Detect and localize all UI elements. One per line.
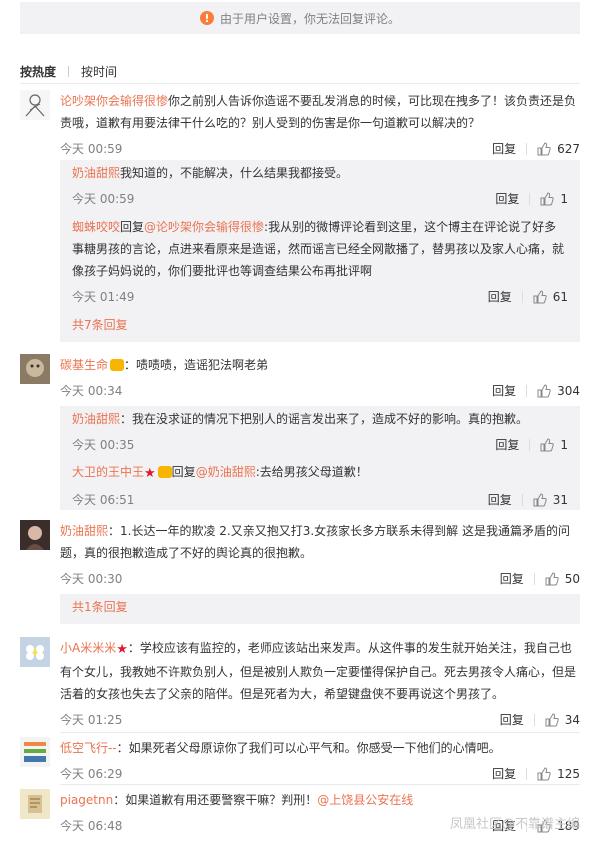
like-count: 1: [560, 437, 568, 452]
reply-item: 奶油甜熙：我在没求证的情况下把别人的谣言发出来了，造成不好的影响。真的抱歉。 今…: [72, 408, 568, 456]
comment-time: 今天 00:34: [60, 384, 123, 398]
thumbs-up-icon[interactable]: [533, 492, 547, 507]
mention-link[interactable]: @奶油甜熙: [196, 465, 256, 479]
reply-author[interactable]: 蜘蛛咬咬: [72, 220, 120, 234]
comment-text: ：如果道歉有用还要警察干嘛？判刑！: [113, 793, 318, 807]
comment-time: 今天 06:29: [60, 767, 123, 781]
vip-badge-icon: [157, 466, 172, 478]
reply-item: 奶油甜熙我知道的，不能解决，什么结果我都接受。 今天 00:59 回复 1: [72, 162, 568, 210]
avatar[interactable]: [20, 520, 50, 550]
more-replies-link[interactable]: 共7条回复: [72, 318, 128, 332]
reply-button[interactable]: 回复: [492, 382, 516, 399]
commenter-name[interactable]: 碳基生命: [60, 358, 108, 372]
reply-button[interactable]: 回复: [500, 570, 524, 587]
comment-time: 今天 01:25: [60, 713, 123, 727]
sort-by-hot[interactable]: 按热度: [20, 63, 56, 80]
reply-time: 今天 01:49: [72, 290, 135, 304]
reply-list: 奶油甜熙我知道的，不能解决，什么结果我都接受。 今天 00:59 回复 1 蜘蛛…: [60, 160, 580, 342]
commenter-name[interactable]: piagetnn: [60, 793, 113, 807]
reply-text: :去给男孩父母道歉！: [255, 465, 368, 479]
thumbs-up-icon[interactable]: [540, 437, 555, 452]
watermark-text: 凤凰社区@不靠谱主编: [449, 817, 580, 832]
reply-button[interactable]: 回复: [495, 190, 519, 207]
star-badge-icon: ★: [144, 466, 156, 481]
divider: [68, 66, 70, 77]
comment-text: ：啧啧啧，造谣犯法啊老弟: [124, 358, 269, 372]
commenter-name[interactable]: 论吵架你会输得很惨: [60, 94, 168, 108]
thumbs-up-icon[interactable]: [540, 191, 555, 206]
commenter-name[interactable]: 奶油甜熙: [60, 524, 108, 538]
reply-author[interactable]: 奶油甜熙: [72, 412, 120, 426]
reply-item: 大卫的王中王★ 回复@奶油甜熙:去给男孩父母道歉！ 今天 06:51 回复 31: [72, 465, 568, 508]
comment: 低空飞行--：如果死者父母原谅你了我们可以心平气和。你感受一下他们的心情吧。 今…: [20, 737, 580, 783]
comment-time: 今天 00:30: [60, 572, 123, 586]
reply-time: 今天 06:51: [72, 493, 135, 507]
like-count: 125: [557, 766, 580, 781]
thumbs-up-icon[interactable]: [537, 383, 551, 398]
reply-author[interactable]: 大卫的王中王: [72, 465, 144, 479]
reply-button[interactable]: 回复: [492, 765, 516, 782]
reply-list: 共1条回复: [60, 594, 580, 624]
comment: 小A米米米★：学校应该有监控的，老师应该站出来发声。从这件事的发生就开始关注，我…: [20, 637, 580, 727]
reply-button[interactable]: 回复: [488, 491, 512, 508]
warning-icon: !: [199, 11, 214, 25]
avatar[interactable]: [20, 90, 50, 120]
reply-button[interactable]: 回复: [495, 436, 519, 453]
sort-bar: 按热度 按时间: [20, 60, 580, 84]
sort-by-time[interactable]: 按时间: [81, 63, 117, 80]
mention-link[interactable]: @论吵架你会输得很惨: [144, 220, 264, 234]
avatar[interactable]: [20, 354, 50, 384]
notice-text: 由于用户设置，你无法回复评论。: [219, 11, 400, 26]
mention-link[interactable]: @上饶县公安在线: [317, 793, 413, 807]
like-count: 627: [557, 141, 580, 156]
reply-list: 奶油甜熙：我在没求证的情况下把别人的谣言发出来了，造成不好的影响。真的抱歉。 今…: [60, 406, 580, 510]
reply-text: 我知道的，不能解决，什么结果我都接受。: [120, 166, 349, 180]
like-count: 31: [552, 492, 568, 507]
commenter-name[interactable]: 低空飞行--: [60, 741, 117, 755]
comment-time: 今天 06:48: [60, 819, 123, 833]
avatar[interactable]: [20, 789, 50, 819]
like-count: 61: [552, 289, 568, 304]
thumbs-up-icon[interactable]: [533, 289, 547, 304]
reply-disabled-notice: ! 由于用户设置，你无法回复评论。: [20, 2, 580, 34]
star-badge-icon: ★: [116, 642, 128, 657]
thumbs-up-icon[interactable]: [537, 141, 551, 156]
reply-text: ：我在没求证的情况下把别人的谣言发出来了，造成不好的影响。真的抱歉。: [120, 412, 529, 426]
avatar[interactable]: [20, 637, 50, 667]
more-replies-link[interactable]: 共1条回复: [72, 600, 128, 614]
thumbs-up-icon[interactable]: [545, 571, 559, 586]
reply-time: 今天 00:59: [72, 192, 135, 206]
like-count: 304: [557, 383, 580, 398]
like-count: 50: [564, 571, 580, 586]
reply-item: 蜘蛛咬咬回复@论吵架你会输得很惨:我从别的微博评论看到这里，这个博主在评论说了好…: [72, 220, 568, 305]
comment-text: ：学校应该有监控的，老师应该站出来发声。从这件事的发生就开始关注，我自己也有个女…: [60, 641, 577, 701]
thumbs-up-icon[interactable]: [545, 712, 559, 727]
vip-badge-icon: [110, 359, 125, 371]
comment-time: 今天 00:59: [60, 142, 123, 156]
thumbs-up-icon[interactable]: [537, 766, 551, 781]
avatar[interactable]: [20, 737, 50, 767]
like-count: 1: [560, 191, 568, 206]
commenter-name[interactable]: 小A米米米: [60, 641, 116, 655]
reply-button[interactable]: 回复: [488, 288, 512, 305]
comment: 论吵架你会输得很惨你之前别人告诉你造谣不要乱发消息的时候，可比现在拽多了！该负责…: [20, 90, 580, 156]
comment-text: ：1.长达一年的欺凌 2.又亲又抱又打3.女孩家长多方联系未得到解 这是我通篇矛…: [60, 524, 570, 560]
reply-time: 今天 00:35: [72, 438, 135, 452]
comment-text: ：如果死者父母原谅你了我们可以心平气和。你感受一下他们的心情吧。: [116, 741, 501, 755]
divider: [60, 732, 580, 733]
comment: 奶油甜熙：1.长达一年的欺凌 2.又亲又抱又打3.女孩家长多方联系未得到解 这是…: [20, 520, 580, 588]
reply-button[interactable]: 回复: [500, 711, 524, 728]
like-count: 34: [564, 712, 580, 727]
comment: 碳基生命 ：啧啧啧，造谣犯法啊老弟 今天 00:34 回复 304: [20, 354, 580, 398]
reply-author[interactable]: 奶油甜熙: [72, 166, 120, 180]
reply-button[interactable]: 回复: [492, 140, 516, 157]
more-replies-row: 共1条回复: [72, 598, 568, 615]
divider: [60, 784, 580, 785]
more-replies-row: 共7条回复: [72, 316, 568, 333]
